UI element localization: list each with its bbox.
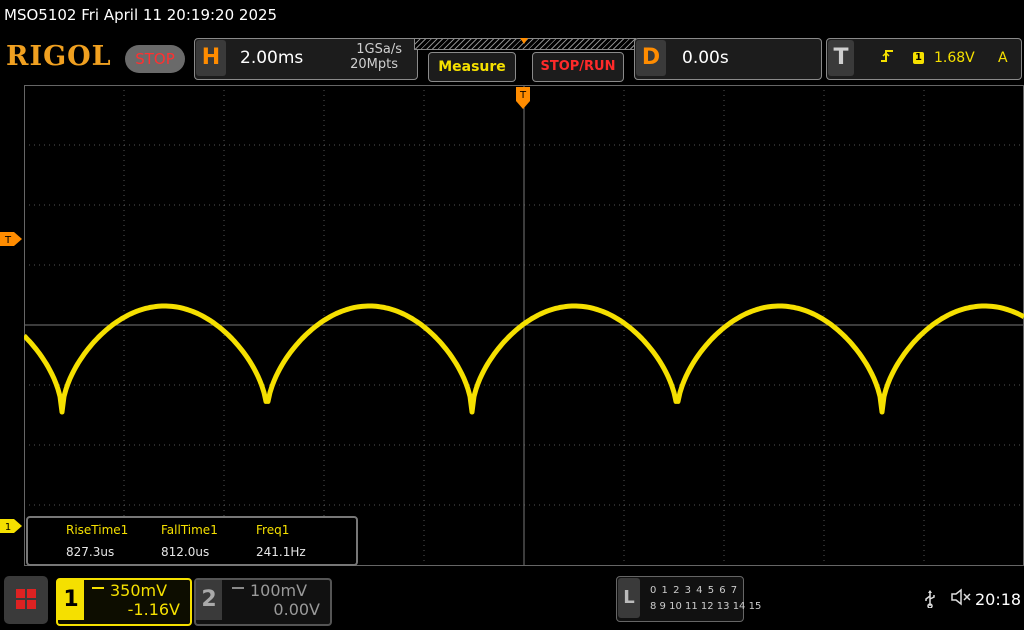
logic-letter: L (618, 578, 640, 618)
trigger-mode: A (998, 50, 1008, 66)
trigger-letter: T (828, 40, 854, 76)
ch2-scale: 100mV (250, 581, 308, 600)
trigger-position-label: T (519, 90, 527, 101)
ch2-offset: 0.00V (273, 600, 320, 619)
rise-time-value: 827.3us (66, 545, 115, 559)
ch1-number: 1 (58, 580, 84, 620)
rise-time-label: RiseTime1 (66, 523, 129, 537)
ch2-number: 2 (196, 580, 222, 620)
fall-time-value: 812.0us (161, 545, 210, 559)
rising-edge-icon (880, 48, 894, 68)
usb-icon (924, 590, 936, 612)
waveform-display[interactable] (24, 85, 1024, 567)
run-state-badge[interactable]: STOP (125, 45, 185, 73)
measure-button[interactable]: Measure (428, 52, 516, 82)
home-menu-button[interactable] (4, 576, 48, 624)
delay-letter: D (636, 40, 666, 76)
trigger-channel-badge: 1 (913, 52, 924, 64)
fall-time-label: FallTime1 (161, 523, 218, 537)
trigger-panel[interactable] (826, 38, 1022, 80)
ch1-scale: 350mV (110, 581, 168, 600)
horizontal-letter: H (196, 40, 226, 76)
sample-rate: 1GSa/s (356, 42, 402, 57)
memory-depth: 20Mpts (350, 57, 398, 72)
logic-channels-row2: 8 9 10 11 12 13 14 15 (650, 601, 762, 612)
device-title: MSO5102 Fri April 11 20:19:20 2025 (4, 6, 278, 24)
stop-run-button[interactable]: STOP/RUN (532, 52, 624, 82)
delay-value: 0.00s (682, 48, 729, 68)
speaker-muted-icon[interactable] (950, 588, 972, 611)
dc-coupling-icon (232, 587, 244, 595)
frequency-label: Freq1 (256, 523, 290, 537)
ch1-ground-label: 1 (5, 522, 11, 533)
ch1-offset: -1.16V (127, 600, 180, 619)
trigger-level-marker[interactable]: T (0, 231, 22, 250)
trigger-position-marker[interactable]: T (516, 87, 530, 113)
trigger-level: 1.68V (934, 50, 975, 66)
timebase-value: 2.00ms (240, 48, 304, 68)
memory-position-marker (520, 38, 528, 44)
logic-channels-row1: 0 1 2 3 4 5 6 7 (650, 585, 739, 596)
dc-coupling-icon (92, 587, 104, 595)
grid-menu-icon (16, 589, 36, 609)
system-clock: 20:18 (975, 590, 1022, 609)
rigol-logo: RIGOL (6, 41, 112, 72)
frequency-value: 241.1Hz (256, 545, 306, 559)
ch1-ground-marker[interactable]: 1 (0, 518, 22, 537)
trigger-level-label: T (4, 235, 12, 246)
